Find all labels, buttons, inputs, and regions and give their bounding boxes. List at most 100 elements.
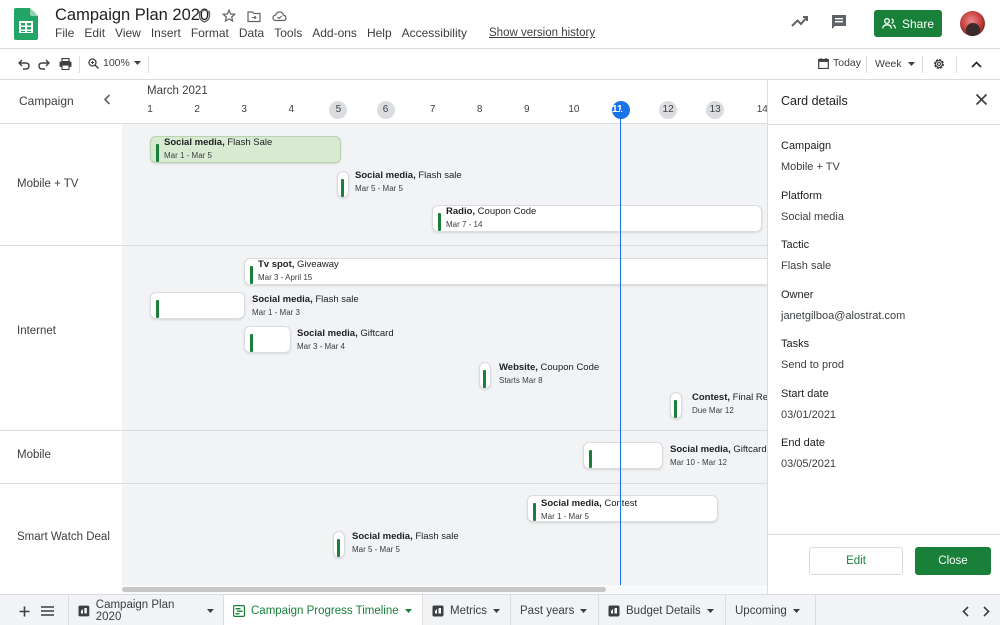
group-label-mobile-tv: Mobile + TV xyxy=(17,178,79,190)
menu-add-ons[interactable]: Add-ons xyxy=(312,26,357,40)
campaign-column-header: Campaign xyxy=(19,94,74,108)
card-details-panel: Card details Campaign Mobile + TV Platform… xyxy=(767,80,1000,594)
menu-data[interactable]: Data xyxy=(239,26,264,40)
card-tactic: Coupon Code xyxy=(475,206,537,217)
menu-view[interactable]: View xyxy=(115,26,141,40)
chevron-left-icon[interactable] xyxy=(103,94,111,105)
document-title[interactable]: Campaign Plan 2020 xyxy=(55,6,209,25)
trending-icon[interactable] xyxy=(790,13,810,29)
menu-edit[interactable]: Edit xyxy=(84,26,105,40)
menu-tools[interactable]: Tools xyxy=(274,26,302,40)
scrollbar-thumb[interactable] xyxy=(122,587,606,592)
caret-down-icon[interactable] xyxy=(493,608,501,613)
caret-down-icon[interactable] xyxy=(580,608,588,613)
timeline-card[interactable] xyxy=(150,292,245,319)
card-title: Social media, Flash sale xyxy=(352,531,459,542)
menu-format[interactable]: Format xyxy=(191,26,229,40)
caret-down-icon[interactable] xyxy=(706,608,714,613)
timeline-card-text[interactable]: Radio, Coupon Code Mar 7 - 14 xyxy=(446,206,536,229)
card-title: Tv spot, Giveaway xyxy=(258,259,339,270)
menu-insert[interactable]: Insert xyxy=(151,26,181,40)
sheet-tab[interactable]: Upcoming xyxy=(726,595,816,625)
comment-icon[interactable] xyxy=(830,13,848,31)
card-date-range: Mar 1 - Mar 3 xyxy=(252,308,301,317)
card-tactic: Giftcard xyxy=(357,328,394,339)
timeline-card[interactable] xyxy=(479,362,491,389)
print-icon[interactable] xyxy=(58,57,72,71)
menu-bar: File Edit View Insert Format Data Tools … xyxy=(55,26,477,40)
star-icon[interactable] xyxy=(221,8,237,24)
card-platform: Tv spot, xyxy=(258,259,295,270)
undo-icon[interactable] xyxy=(17,57,31,71)
caret-down-icon[interactable] xyxy=(792,608,800,613)
timeline-card[interactable] xyxy=(337,171,349,198)
card-platform: Social media, xyxy=(670,444,731,455)
menu-accessibility[interactable]: Accessibility xyxy=(402,26,467,40)
share-button[interactable]: Share xyxy=(874,10,942,37)
version-history-link[interactable]: Show version history xyxy=(489,27,595,39)
timeline-card-text[interactable]: Social media, Giftcard Mar 10 - Mar 12 xyxy=(670,444,767,467)
timeline-card-text[interactable]: Website, Coupon Code Starts Mar 8 xyxy=(499,362,599,385)
card-title: Social media, Flash sale xyxy=(355,170,462,181)
timeline-card[interactable] xyxy=(670,392,682,419)
sheets-logo-icon[interactable] xyxy=(14,8,38,40)
zoom-select[interactable]: 100% xyxy=(88,57,141,69)
scroll-tabs-left-icon[interactable] xyxy=(958,604,972,618)
card-color-bar xyxy=(156,300,159,318)
timeline-card-text[interactable]: Social media, Giftcard Mar 3 - Mar 4 xyxy=(297,328,394,351)
card-color-bar xyxy=(156,144,159,162)
timeline-card-text[interactable]: Social media, Flash sale Mar 5 - Mar 5 xyxy=(355,170,462,193)
day-1: 1 xyxy=(147,104,153,115)
scroll-tabs-right-icon[interactable] xyxy=(979,604,993,618)
settings-gear-icon[interactable] xyxy=(932,57,946,71)
caret-down-icon[interactable] xyxy=(207,608,214,613)
timeline-card[interactable] xyxy=(333,531,345,558)
sheet-tab[interactable]: Metrics xyxy=(423,595,511,625)
group-divider xyxy=(0,430,767,431)
timeline-card-text[interactable]: Tv spot, Giveaway Mar 3 - April 15 xyxy=(258,259,339,282)
menu-help[interactable]: Help xyxy=(367,26,392,40)
sheet-tab[interactable]: Past years xyxy=(511,595,599,625)
card-color-bar xyxy=(674,400,677,418)
sheet-tab-label: Upcoming xyxy=(735,604,787,617)
card-color-bar xyxy=(483,370,486,388)
timeline-card-text[interactable]: Social media, Flash sale Mar 1 - Mar 3 xyxy=(252,294,359,317)
today-button[interactable]: Today xyxy=(818,57,861,69)
timeline-card[interactable] xyxy=(244,326,291,353)
menu-file[interactable]: File xyxy=(55,26,74,40)
add-sheet-icon[interactable] xyxy=(17,604,31,618)
timeline-icon xyxy=(233,604,245,617)
sheet-icon xyxy=(608,605,620,616)
sheet-tab[interactable]: Campaign Plan 2020 xyxy=(68,595,224,625)
card-platform: Social media, xyxy=(352,531,413,542)
timeline-card[interactable] xyxy=(583,442,663,469)
view-range-value: Week xyxy=(875,58,902,70)
group-divider xyxy=(0,245,767,246)
card-tactic: Flash Sale xyxy=(224,137,273,148)
day-11: 11 xyxy=(612,101,630,119)
timeline-card-text[interactable]: Social media, Flash Sale Mar 1 - Mar 5 xyxy=(164,137,272,160)
horizontal-scrollbar[interactable] xyxy=(122,585,767,594)
close-button[interactable]: Close xyxy=(915,547,991,575)
move-folder-icon[interactable] xyxy=(246,8,262,24)
timeline-card-text[interactable]: Social media, Flash sale Mar 5 - Mar 5 xyxy=(352,531,459,554)
view-range-select[interactable]: Week xyxy=(875,58,915,70)
group-label-mobile: Mobile xyxy=(17,449,51,461)
timeline-grid[interactable]: Campaign March 2021 1 2 3 4 5 6 7 8 9 10 11 12 13 14 … xyxy=(0,80,767,585)
timeline-card-text[interactable]: Social media, Contest Mar 1 - Mar 5 xyxy=(541,498,637,521)
day-10: 10 xyxy=(568,104,580,115)
sheet-tab[interactable]: Budget Details xyxy=(599,595,726,625)
card-title: Contest, Final Re xyxy=(692,392,767,403)
timeline-card-text[interactable]: Contest, Final Re Due Mar 12 xyxy=(692,392,767,415)
caret-down-icon[interactable] xyxy=(404,608,412,613)
all-sheets-menu-icon[interactable] xyxy=(40,604,54,618)
collapse-toolbar-chevron-up-icon[interactable] xyxy=(969,57,983,71)
close-icon[interactable] xyxy=(975,93,988,106)
shield-icon[interactable] xyxy=(196,8,212,24)
field-label: Campaign xyxy=(781,140,832,152)
sheet-tab[interactable]: Campaign Progress Timeline xyxy=(224,595,423,625)
cloud-status-icon[interactable] xyxy=(271,8,287,24)
redo-icon[interactable] xyxy=(37,57,51,71)
edit-button[interactable]: Edit xyxy=(809,547,903,575)
avatar[interactable] xyxy=(960,11,985,36)
